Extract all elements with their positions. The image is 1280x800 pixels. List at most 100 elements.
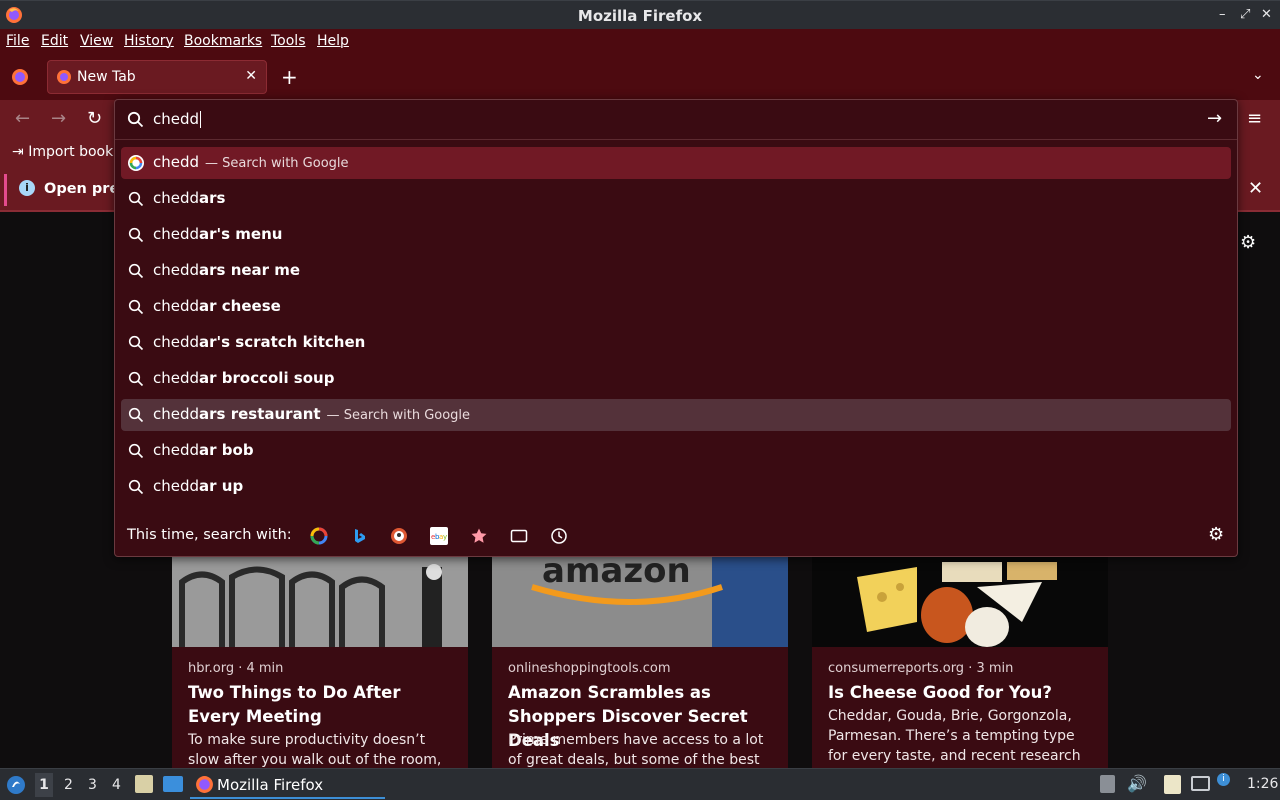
notification-tray-icon[interactable]: i: [1217, 773, 1230, 786]
suggestion-completion: ar cheese: [199, 297, 281, 315]
workspace-2[interactable]: 2: [64, 777, 73, 793]
history-clock-icon[interactable]: [550, 527, 568, 545]
system-taskbar: 1 2 3 4 Mozilla Firefox 🔊 i 1:26: [0, 768, 1280, 800]
search-icon: [128, 443, 144, 459]
urlbar-suggestion-row[interactable]: cheddar broccoli soup: [121, 363, 1231, 395]
import-bookmarks-button[interactable]: ⇥ Import book: [12, 144, 113, 160]
story-card[interactable]: amazon onlineshoppingtools.com Amazon Sc…: [492, 557, 788, 768]
search-icon: [128, 263, 144, 279]
window-titlebar: Mozilla Firefox – ⤢ ✕: [0, 0, 1280, 29]
suggestion-action-text: Search with Google: [222, 156, 349, 171]
menu-edit[interactable]: Edit: [41, 33, 68, 49]
reload-icon[interactable]: ↻: [87, 108, 102, 129]
clipboard-icon[interactable]: [1164, 775, 1181, 794]
minimize-icon[interactable]: –: [1219, 7, 1226, 22]
import-bookmarks-label: Import book: [28, 144, 114, 160]
forward-icon[interactable]: →: [51, 108, 66, 129]
maximize-icon[interactable]: ⤢: [1240, 7, 1250, 22]
suggestion-text: cheddar broccoli soup: [153, 369, 334, 387]
bing-icon[interactable]: [350, 527, 368, 545]
google-icon: [128, 155, 144, 171]
urlbar-suggestion-row[interactable]: cheddar cheese: [121, 291, 1231, 323]
google-icon[interactable]: [310, 527, 328, 545]
list-tabs-chevron-icon[interactable]: ⌄: [1252, 67, 1264, 83]
volume-icon[interactable]: 🔊: [1127, 774, 1147, 793]
story-source: hbr.org · 4 min: [188, 661, 284, 676]
menu-help[interactable]: Help: [317, 33, 349, 49]
suggestion-action: — Search with Google: [205, 156, 349, 171]
firefox-view-icon[interactable]: [11, 68, 29, 86]
suggestion-completion: ar up: [199, 477, 244, 495]
urlbar-text[interactable]: chedd: [153, 110, 202, 128]
duckduckgo-icon[interactable]: [390, 527, 408, 545]
firefox-taskbar-icon: [196, 776, 213, 793]
workspace-1[interactable]: 1: [35, 773, 53, 797]
suggestion-completion: ar's menu: [199, 225, 283, 243]
urlbar-suggestion-row[interactable]: cheddars: [121, 183, 1231, 215]
page-settings-gear-icon[interactable]: ⚙: [1240, 232, 1256, 253]
text-caret: [200, 111, 202, 128]
suggestion-text: chedd — Search with Google: [153, 153, 349, 171]
urlbar-suggestion-row[interactable]: cheddars restaurant — Search with Google: [121, 399, 1231, 431]
search-icon: [127, 111, 144, 128]
suggestion-action: — Search with Google: [326, 408, 471, 423]
urlbar-suggestion-row[interactable]: cheddars near me: [121, 255, 1231, 287]
story-card[interactable]: consumerreports.org · 3 min Is Cheese Go…: [812, 557, 1108, 768]
clock: 1:26: [1247, 776, 1279, 792]
info-icon: i: [19, 180, 35, 196]
taskbar-firefox-button[interactable]: Mozilla Firefox: [190, 771, 385, 799]
suggestion-completion: ars restaurant: [199, 405, 321, 423]
close-notification-icon[interactable]: ✕: [1248, 178, 1263, 199]
menu-bookmarks[interactable]: Bookmarks: [184, 33, 262, 49]
story-excerpt: To make sure productivity doesn’t slow a…: [188, 732, 442, 768]
suggestion-action-text: Search with Google: [343, 408, 471, 423]
urlbar-value: chedd: [153, 110, 200, 128]
workspace-4[interactable]: 4: [112, 777, 121, 793]
story-image-meeting: [172, 557, 468, 647]
menu-view[interactable]: View: [80, 33, 113, 49]
suggestion-typed: chedd: [153, 441, 200, 459]
app-menu-icon[interactable]: ≡: [1247, 108, 1262, 129]
back-icon[interactable]: ←: [15, 108, 30, 129]
urlbar-popup: chedd → chedd — Search with Google cheddar…: [114, 99, 1238, 557]
suggestion-text: cheddar cheese: [153, 297, 281, 315]
svg-text:amazon: amazon: [542, 557, 691, 591]
story-headline: Two Things to Do After Every Meeting: [188, 683, 401, 726]
start-menu-icon[interactable]: [6, 775, 26, 795]
svg-text:y: y: [443, 533, 447, 541]
search-settings-gear-icon[interactable]: ⚙: [1208, 524, 1224, 545]
suggestion-completion: ars near me: [199, 261, 301, 279]
urlbar-suggestion-row[interactable]: chedd — Search with Google: [121, 147, 1231, 179]
tabs-icon[interactable]: [510, 527, 528, 545]
story-image-cheese: [812, 557, 1108, 647]
menu-file[interactable]: File: [6, 33, 29, 49]
story-card[interactable]: hbr.org · 4 min Two Things to Do After E…: [172, 557, 468, 768]
urlbar-suggestion-row[interactable]: cheddar's menu: [121, 219, 1231, 251]
menu-tools[interactable]: Tools: [271, 33, 306, 49]
desktop-icon[interactable]: [163, 776, 183, 792]
bookmarks-star-icon[interactable]: [470, 527, 488, 545]
story-headline: Is Cheese Good for You?: [828, 683, 1052, 702]
suggestion-text: cheddars: [153, 189, 225, 207]
ebay-icon[interactable]: ebay: [430, 527, 448, 545]
story-excerpt: Prime members have access to a lot of gr…: [508, 732, 764, 768]
tray-upload-icon[interactable]: [1100, 775, 1115, 793]
workspace-3[interactable]: 3: [88, 777, 97, 793]
tab-new-tab[interactable]: New Tab ✕: [47, 60, 267, 94]
urlbar-suggestion-row[interactable]: cheddar up: [121, 471, 1231, 503]
suggestion-text: cheddar bob: [153, 441, 254, 459]
suggestion-typed: chedd: [153, 369, 200, 387]
search-icon: [128, 299, 144, 315]
go-arrow-icon[interactable]: →: [1207, 108, 1222, 129]
suggestion-completion: ar broccoli soup: [199, 369, 335, 387]
close-window-icon[interactable]: ✕: [1261, 7, 1272, 22]
new-tab-plus-icon[interactable]: +: [281, 65, 298, 89]
close-tab-icon[interactable]: ✕: [245, 68, 257, 84]
network-icon[interactable]: [1191, 776, 1210, 791]
urlbar-suggestion-row[interactable]: cheddar's scratch kitchen: [121, 327, 1231, 359]
menu-history[interactable]: History: [124, 33, 174, 49]
urlbar-suggestion-row[interactable]: cheddar bob: [121, 435, 1231, 467]
window-title: Mozilla Firefox: [577, 7, 703, 25]
file-manager-icon[interactable]: [135, 775, 153, 793]
urlbar-input[interactable]: chedd →: [115, 100, 1237, 140]
